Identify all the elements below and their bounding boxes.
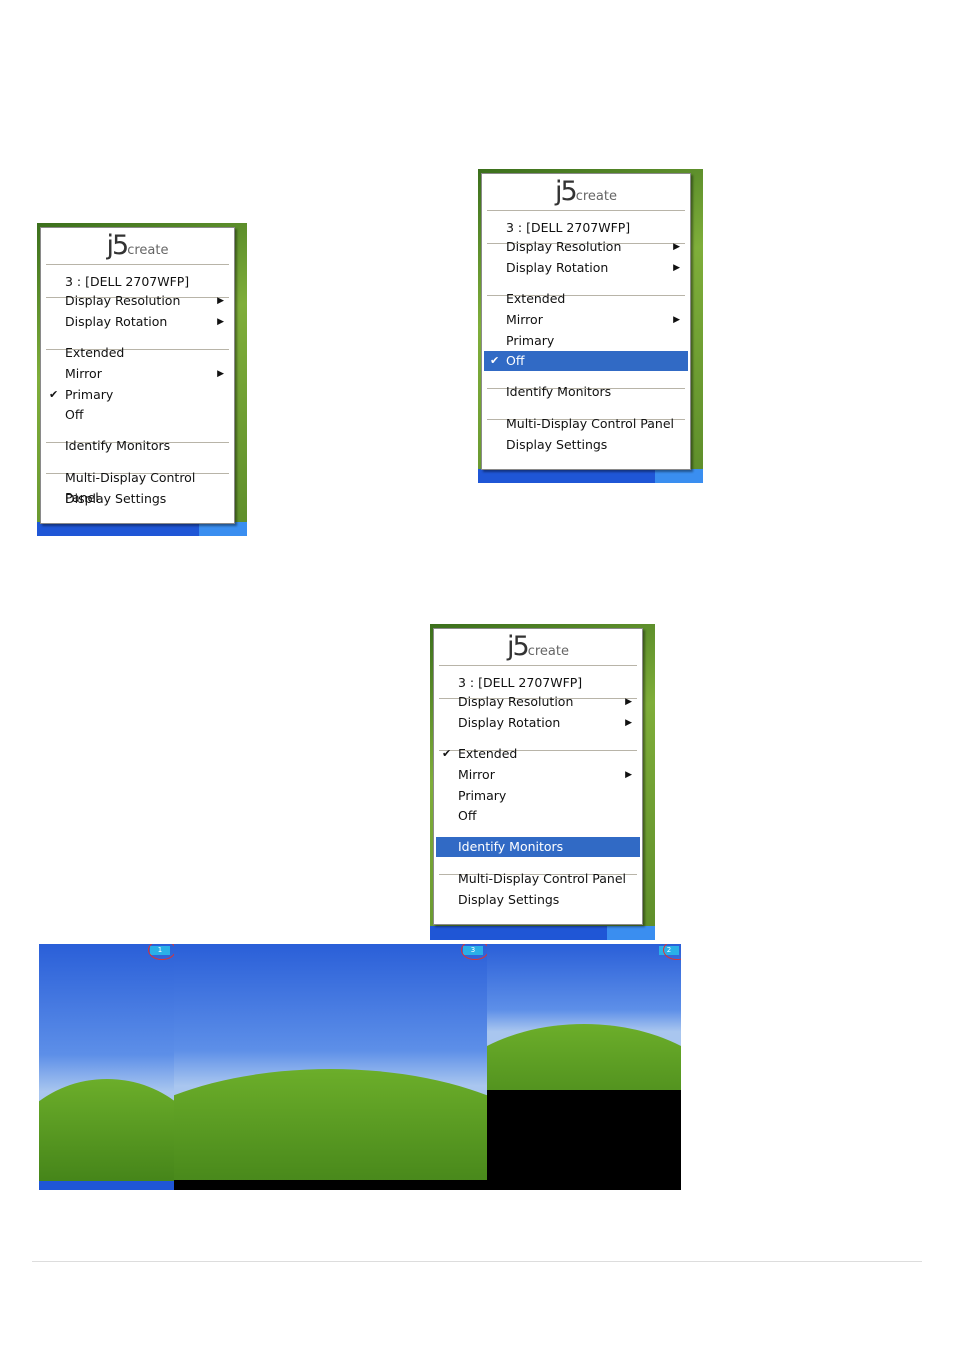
- submenu-arrow-icon: ▶: [625, 697, 632, 707]
- checkmark-icon: ✔: [49, 388, 59, 401]
- submenu-arrow-icon: ▶: [625, 770, 632, 780]
- menu-item-off[interactable]: Off: [436, 806, 640, 826]
- menu-item-display-settings[interactable]: Display Settings: [43, 489, 232, 509]
- menu-header-monitor: 3 : [DELL 2707WFP]: [506, 220, 631, 235]
- menu-screenshot-off: j5create 3 : [DELL 2707WFP] Display Resolu…: [478, 169, 703, 483]
- menu-item-multi-display-control-panel[interactable]: Multi-Display Control Panel: [43, 468, 232, 505]
- menu-separator: [487, 210, 685, 211]
- menu-item-extended[interactable]: Extended: [43, 343, 232, 363]
- menu-item-identify-monitors[interactable]: Identify Monitors: [43, 436, 232, 456]
- submenu-arrow-icon: ▶: [673, 263, 680, 273]
- menu-separator: [439, 665, 637, 666]
- taskbar: [37, 522, 247, 536]
- context-menu: j5create 3 : [DELL 2707WFP] Display Resolu…: [433, 628, 643, 925]
- menu-item-multi-display-control-panel[interactable]: Multi-Display Control Panel: [436, 869, 640, 889]
- context-menu: j5create 3 : [DELL 2707WFP] Display Resolu…: [481, 173, 691, 470]
- submenu-arrow-icon: ▶: [217, 317, 224, 327]
- menu-item-display-settings[interactable]: Display Settings: [484, 435, 688, 455]
- identify-monitors-desktop: 1 3 2: [39, 944, 681, 1190]
- menu-item-extended[interactable]: Extended: [484, 289, 688, 309]
- menu-screenshot-identify: j5create 3 : [DELL 2707WFP] Display Resolu…: [430, 624, 655, 940]
- submenu-arrow-icon: ▶: [217, 296, 224, 306]
- menu-screenshot-primary: j5create 3 : [DELL 2707WFP] Display Resolu…: [37, 223, 247, 536]
- menu-header-monitor: 3 : [DELL 2707WFP]: [458, 675, 583, 690]
- submenu-arrow-icon: ▶: [673, 242, 680, 252]
- menu-item-off[interactable]: Off: [43, 405, 232, 425]
- menu-separator: [46, 264, 229, 265]
- j5create-logo: j5create: [106, 230, 169, 261]
- monitor-3-screen: 3: [174, 944, 487, 1180]
- menu-item-mirror[interactable]: Mirror ▶: [484, 310, 688, 330]
- menu-item-primary[interactable]: ✔ Primary: [43, 385, 232, 405]
- menu-item-display-rotation[interactable]: Display Rotation ▶: [436, 713, 640, 733]
- menu-item-off[interactable]: ✔ Off: [484, 351, 688, 371]
- menu-item-extended[interactable]: ✔ Extended: [436, 744, 640, 764]
- j5create-logo: j5create: [507, 631, 569, 662]
- submenu-arrow-icon: ▶: [673, 315, 680, 325]
- system-tray: [199, 522, 247, 536]
- menu-item-display-rotation[interactable]: Display Rotation ▶: [43, 312, 232, 332]
- page-divider: [32, 1261, 922, 1262]
- monitor-1-screen: 1: [39, 944, 174, 1190]
- menu-item-mirror[interactable]: Mirror ▶: [43, 364, 232, 384]
- document-page: j5create 3 : [DELL 2707WFP] Display Resolu…: [0, 0, 954, 1350]
- menu-item-primary[interactable]: Primary: [484, 331, 688, 351]
- checkmark-icon: ✔: [442, 747, 452, 760]
- monitor-2-screen: 2: [487, 944, 681, 1090]
- highlight-circle: [461, 944, 487, 960]
- taskbar: [430, 926, 655, 940]
- menu-item-primary[interactable]: Primary: [436, 786, 640, 806]
- taskbar: [39, 1181, 174, 1190]
- j5create-logo: j5create: [555, 176, 617, 207]
- submenu-arrow-icon: ▶: [625, 718, 632, 728]
- menu-header-monitor: 3 : [DELL 2707WFP]: [65, 274, 190, 289]
- highlight-circle: [663, 944, 681, 960]
- menu-item-multi-display-control-panel[interactable]: Multi-Display Control Panel: [484, 414, 688, 434]
- menu-item-display-resolution[interactable]: Display Resolution ▶: [43, 291, 232, 311]
- menu-item-display-resolution[interactable]: Display Resolution ▶: [436, 692, 640, 712]
- submenu-arrow-icon: ▶: [217, 369, 224, 379]
- highlight-circle: [148, 944, 174, 960]
- checkmark-icon: ✔: [490, 354, 500, 367]
- taskbar: [478, 469, 703, 483]
- system-tray: [607, 926, 655, 940]
- context-menu: j5create 3 : [DELL 2707WFP] Display Resolu…: [40, 227, 235, 524]
- menu-item-identify-monitors[interactable]: Identify Monitors: [484, 382, 688, 402]
- system-tray: [655, 469, 703, 483]
- menu-item-display-settings[interactable]: Display Settings: [436, 890, 640, 910]
- menu-item-display-rotation[interactable]: Display Rotation ▶: [484, 258, 688, 278]
- menu-item-identify-monitors[interactable]: Identify Monitors: [436, 837, 640, 857]
- menu-item-mirror[interactable]: Mirror ▶: [436, 765, 640, 785]
- menu-item-display-resolution[interactable]: Display Resolution ▶: [484, 237, 688, 257]
